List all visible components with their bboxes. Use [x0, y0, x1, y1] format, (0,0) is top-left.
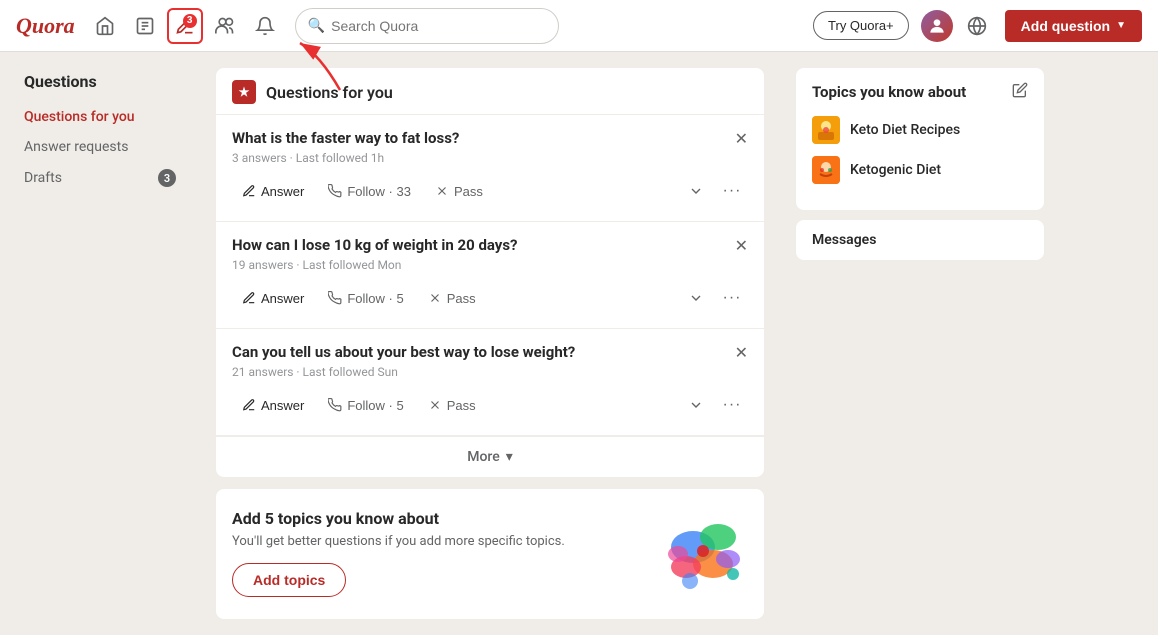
messages-panel: Messages — [796, 220, 1044, 260]
edit-icon[interactable] — [1012, 82, 1028, 102]
question-actions: Answer Follow · 33 Pass ··· — [232, 175, 748, 207]
add-topics-description: You'll get better questions if you add m… — [232, 534, 642, 549]
chevron-down-icon: ▾ — [506, 449, 513, 465]
home-button[interactable] — [87, 8, 123, 44]
right-sidebar: Topics you know about Keto Diet Recipes — [780, 52, 1060, 635]
topic-item[interactable]: Keto Diet Recipes — [812, 116, 1028, 144]
answers-button[interactable] — [127, 8, 163, 44]
topics-card-header: Topics you know about — [812, 82, 1028, 102]
question-meta: 19 answers · Last followed Mon — [232, 258, 748, 272]
spaces-button[interactable] — [207, 8, 243, 44]
follow-button[interactable]: Follow · 5 — [318, 393, 413, 418]
question-meta: 21 answers · Last followed Sun — [232, 365, 748, 379]
question-actions: Answer Follow · 5 Pass ··· — [232, 282, 748, 314]
search-input[interactable] — [331, 18, 546, 34]
sidebar-item-label: Questions for you — [24, 109, 135, 125]
search-icon: 🔍 — [308, 18, 325, 34]
search-bar: 🔍 — [295, 8, 559, 44]
pass-button[interactable]: Pass — [418, 286, 486, 311]
answer-button[interactable]: Answer — [232, 393, 314, 418]
pass-button[interactable]: Pass — [425, 179, 493, 204]
sidebar-title: Questions — [16, 72, 184, 91]
main-content: ★ Questions for you ✕ What is the faster… — [200, 52, 780, 635]
add-topics-button[interactable]: Add topics — [232, 563, 346, 597]
close-button[interactable]: ✕ — [735, 343, 748, 363]
chevron-down-icon: ▼ — [1116, 20, 1126, 31]
question-title[interactable]: How can I lose 10 kg of weight in 20 day… — [232, 236, 748, 254]
downvote-button[interactable] — [680, 282, 712, 314]
answer-button[interactable]: Answer — [232, 286, 314, 311]
sidebar-item-questions-for-you[interactable]: Questions for you — [16, 103, 184, 131]
more-options-button[interactable]: ··· — [716, 175, 748, 207]
question-item: ✕ What is the faster way to fat loss? 3 … — [216, 115, 764, 222]
questions-button[interactable]: 3 — [167, 8, 203, 44]
question-title[interactable]: What is the faster way to fat loss? — [232, 129, 748, 147]
feed-header: ★ Questions for you — [216, 68, 764, 115]
notification-badge: 3 — [183, 14, 197, 28]
question-title[interactable]: Can you tell us about your best way to l… — [232, 343, 748, 361]
topics-card-title: Topics you know about — [812, 83, 966, 101]
feed-header-icon: ★ — [232, 80, 256, 104]
feed-header-title: Questions for you — [266, 83, 393, 102]
topics-card: Topics you know about Keto Diet Recipes — [796, 68, 1044, 210]
try-quora-button[interactable]: Try Quora+ — [813, 11, 909, 40]
more-row[interactable]: More ▾ — [216, 436, 764, 477]
add-question-button[interactable]: Add question ▼ — [1005, 10, 1142, 42]
more-label: More — [467, 449, 500, 465]
sidebar-item-drafts[interactable]: Drafts 3 — [16, 163, 184, 193]
downvote-button[interactable] — [680, 389, 712, 421]
pass-button[interactable]: Pass — [418, 393, 486, 418]
sidebar-item-label: Answer requests — [24, 139, 128, 155]
messages-title[interactable]: Messages — [812, 232, 876, 248]
topic-name: Ketogenic Diet — [850, 162, 941, 178]
close-button[interactable]: ✕ — [735, 236, 748, 256]
sidebar-item-label: Drafts — [24, 170, 62, 186]
topic-icon — [812, 156, 840, 184]
left-sidebar: Questions Questions for you Answer reque… — [0, 52, 200, 635]
add-topics-title: Add 5 topics you know about — [232, 509, 642, 528]
quora-logo[interactable]: Quora — [16, 13, 75, 39]
follow-button[interactable]: Follow · 33 — [318, 179, 421, 204]
avatar[interactable] — [921, 10, 953, 42]
language-button[interactable] — [961, 10, 993, 42]
topic-name: Keto Diet Recipes — [850, 122, 960, 138]
more-options-button[interactable]: ··· — [716, 389, 748, 421]
sidebar-item-answer-requests[interactable]: Answer requests — [16, 133, 184, 161]
question-item: ✕ Can you tell us about your best way to… — [216, 329, 764, 436]
feed-card: ★ Questions for you ✕ What is the faster… — [216, 68, 764, 477]
drafts-badge: 3 — [158, 169, 176, 187]
add-topics-content: Add 5 topics you know about You'll get b… — [232, 509, 642, 597]
downvote-button[interactable] — [680, 175, 712, 207]
page-layout: Questions Questions for you Answer reque… — [0, 52, 1158, 635]
question-item: ✕ How can I lose 10 kg of weight in 20 d… — [216, 222, 764, 329]
topic-icon — [812, 116, 840, 144]
notifications-button[interactable] — [247, 8, 283, 44]
close-button[interactable]: ✕ — [735, 129, 748, 149]
more-options-button[interactable]: ··· — [716, 282, 748, 314]
topics-illustration — [658, 509, 748, 599]
add-topics-card: Add 5 topics you know about You'll get b… — [216, 489, 764, 619]
header: Quora 3 🔍 Try Quora+ Add question ▼ — [0, 0, 1158, 52]
question-meta: 3 answers · Last followed 1h — [232, 151, 748, 165]
follow-button[interactable]: Follow · 5 — [318, 286, 413, 311]
topic-item[interactable]: Ketogenic Diet — [812, 156, 1028, 184]
question-actions: Answer Follow · 5 Pass ··· — [232, 389, 748, 421]
answer-button[interactable]: Answer — [232, 179, 314, 204]
